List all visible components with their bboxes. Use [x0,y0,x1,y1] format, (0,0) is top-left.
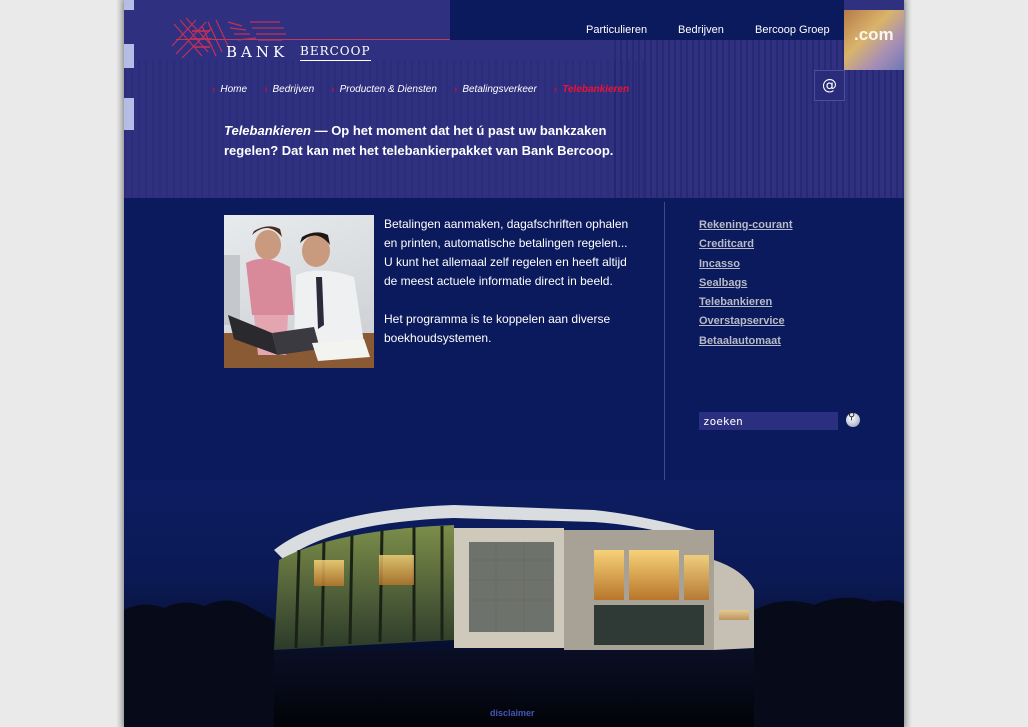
main-paragraph-1: Betalingen aanmaken, dagafschriften opha… [384,217,629,288]
top-navigation: Particulieren Bedrijven Bercoop Groep [450,0,844,40]
breadcrumb-current: › Telebankieren [553,84,630,95]
page-shadow-right [904,0,912,727]
nav-bedrijven[interactable]: Bedrijven [678,24,724,36]
breadcrumb-home[interactable]: › Home [212,84,247,95]
sidenav-sealbags[interactable]: Sealbags [699,277,793,291]
headquarters-building-photo [124,480,904,727]
dotcom-header-image: .com [844,10,904,70]
at-icon: @ [822,76,837,94]
main-paragraph-2: Het programma is te koppelen aan diverse… [384,312,611,345]
chevron-right-icon: › [453,84,458,95]
logo-text-bank[interactable]: BANK [226,43,288,61]
column-divider [664,202,665,495]
intro-dash: — [310,123,332,138]
sidenav-telebankieren[interactable]: Telebankieren [699,296,793,310]
chevron-right-icon: › [553,84,558,95]
sidenav-rekening-courant[interactable]: Rekening-courant [699,219,793,233]
product-sidenav: Rekening-courant Creditcard Incasso Seal… [699,219,793,354]
breadcrumb: › Home › Bedrijven › Producten & Diensten ›… [212,77,641,95]
chevron-right-icon: › [264,84,268,95]
chevron-right-icon: › [212,84,216,95]
chevron-right-icon: › [331,84,335,95]
logo-text-bercoop[interactable]: BERCOOP [300,44,371,61]
nav-bercoop-groep[interactable]: Bercoop Groep [755,24,830,36]
breadcrumb-producten-diensten[interactable]: › Producten & Diensten [331,84,437,95]
page-shadow-left [116,0,124,727]
dotcom-text: .com [854,25,894,44]
sidenav-creditcard[interactable]: Creditcard [699,238,793,252]
page: Particulieren Bedrijven Bercoop Groep BA… [124,0,904,727]
breadcrumb-bedrijven[interactable]: › Bedrijven [264,84,314,95]
breadcrumb-betalingsverkeer[interactable]: › Betalingsverkeer [454,84,537,95]
magnifier-icon: ⚲ [848,411,856,422]
search-button[interactable]: ⚲ [846,411,860,427]
sidenav-overstapservice[interactable]: Overstapservice [699,315,793,329]
intro-title: Telebankieren [224,123,311,138]
header: Particulieren Bedrijven Bercoop Groep BA… [124,0,904,198]
sidenav-incasso[interactable]: Incasso [699,258,793,272]
disclaimer-link[interactable]: disclaimer [490,708,535,718]
business-people-photo [224,215,374,368]
intro-heading: Telebankieren — Op het moment dat het ú … [224,121,624,160]
sidenav-betaalautomaat[interactable]: Betaalautomaat [699,335,793,349]
nav-particulieren[interactable]: Particulieren [586,24,647,36]
email-button[interactable]: @ [814,70,845,101]
search-input[interactable] [699,412,838,430]
main-text: Betalingen aanmaken, dagafschriften opha… [384,215,634,367]
